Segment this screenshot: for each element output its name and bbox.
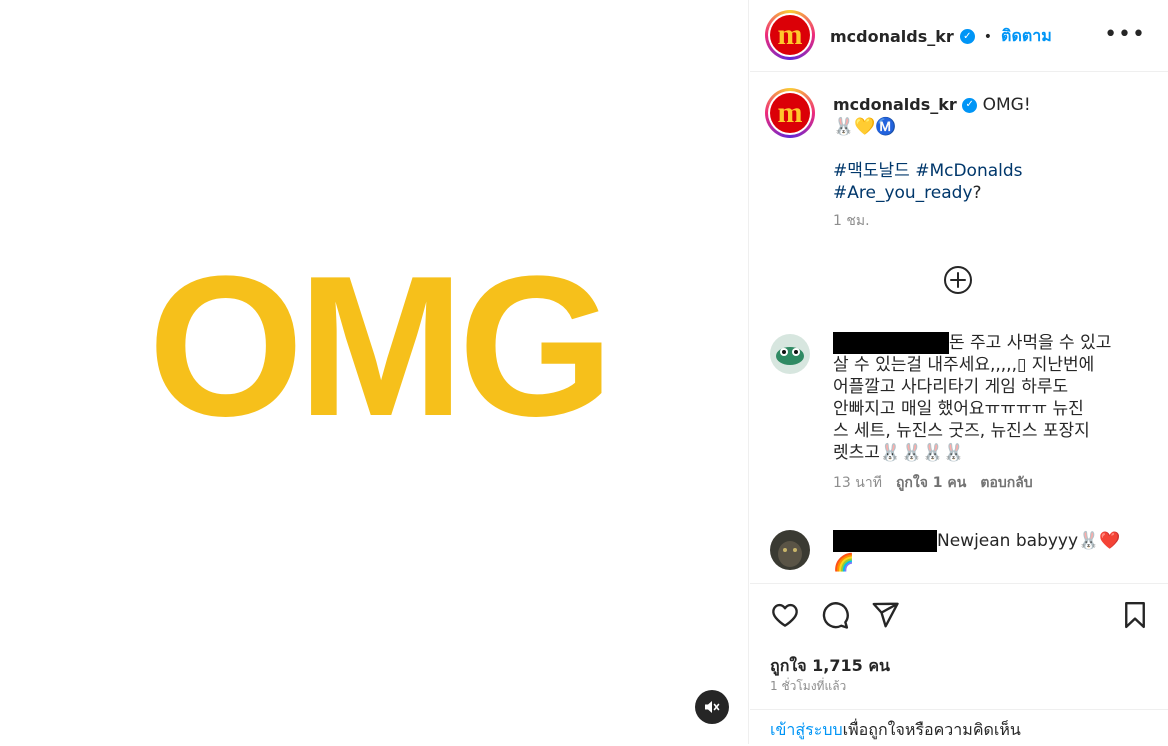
mcdonalds-logo: m <box>770 93 810 133</box>
hashtag-are-you-ready[interactable]: #Are_you_ready <box>833 183 973 203</box>
comment-text-line: 스 세트, 뉴진스 굿즈, 뉴진스 포장지 <box>833 421 1090 441</box>
comment-avatar[interactable] <box>770 334 810 374</box>
redacted-username <box>833 530 937 552</box>
caption: mcdonalds_kr ✓ OMG! 🐰💛Ⓜ️ #맥도날드 #McDonald… <box>833 94 1153 232</box>
caption-username[interactable]: mcdonalds_kr <box>833 95 957 114</box>
comment: Newjean babyyy🐰❤️ 🌈 <box>833 530 1153 582</box>
follow-button[interactable]: ติดตาม <box>1001 24 1052 49</box>
header-username[interactable]: mcdonalds_kr <box>830 27 954 46</box>
omg-graphic: OMG <box>148 235 614 458</box>
comment-text: 돈 주고 사먹을 수 있고 <box>949 333 1112 353</box>
comment-text: Newjean babyyy🐰❤️ <box>937 531 1121 551</box>
comment-text-line: 살 수 있는걸 내주세요,,,,,▯ 지난번에 <box>833 355 1095 375</box>
avatar-image <box>776 347 804 365</box>
hashtag-suffix: ? <box>972 183 982 203</box>
bookmark-icon[interactable] <box>1120 600 1150 630</box>
verified-badge-icon: ✓ <box>959 29 975 44</box>
load-more-comments-button[interactable] <box>942 264 974 300</box>
redacted-username <box>833 332 949 354</box>
login-prompt-text: เพื่อถูกใจหรือความคิดเห็น <box>842 720 1021 739</box>
comment-text-line: 어플깔고 사다리타기 게임 하루도 <box>833 377 1069 397</box>
hashtags[interactable]: #맥도날드 #McDonalds <box>833 160 1153 182</box>
post-actions: ถูกใจ 1,715 คน 1 ชั่วโมงที่แล้ว เข้าสู่ร… <box>750 583 1168 745</box>
post-time: 1 ชั่วโมงที่แล้ว <box>770 679 847 693</box>
verified-badge-icon: ✓ <box>962 97 978 113</box>
comment: 돈 주고 사먹을 수 있고 살 수 있는걸 내주세요,,,,,▯ 지난번에 어플… <box>833 332 1153 494</box>
login-link[interactable]: เข้าสู่ระบบ <box>770 720 843 739</box>
comment-time: 13 นาที <box>833 475 882 491</box>
mcdonalds-logo: m <box>770 15 810 55</box>
caption-emoji: 🐰💛Ⓜ️ <box>833 117 897 137</box>
mute-button[interactable] <box>695 690 729 724</box>
post-sidebar: m mcdonalds_kr ✓ • ติดตาม ••• m mcdonald… <box>750 0 1168 744</box>
speaker-muted-icon <box>705 701 720 713</box>
heart-icon[interactable] <box>770 600 800 630</box>
caption-avatar[interactable]: m <box>765 88 815 138</box>
separator-dot: • <box>983 28 993 45</box>
reply-button[interactable]: ตอบกลับ <box>980 472 1032 494</box>
post-header: m mcdonalds_kr ✓ • ติดตาม ••• <box>750 0 1168 72</box>
comment-avatar[interactable] <box>770 530 810 570</box>
plus-circle-icon <box>944 266 972 294</box>
caption-text: OMG! <box>982 95 1031 115</box>
caption-time: 1 ชม. <box>833 213 870 229</box>
more-options-icon[interactable]: ••• <box>1104 22 1146 47</box>
post-media[interactable]: OMG <box>0 0 749 744</box>
comment-likes[interactable]: ถูกใจ 1 คน <box>896 472 966 494</box>
avatar[interactable]: m <box>765 10 815 60</box>
likes-count[interactable]: ถูกใจ 1,715 คน <box>770 654 890 679</box>
comment-icon[interactable] <box>820 600 850 630</box>
login-prompt: เข้าสู่ระบบเพื่อถูกใจหรือความคิดเห็น <box>750 709 1168 746</box>
comment-text-line: 렛츠고🐰🐰🐰🐰 <box>833 443 965 463</box>
comment-text-line: 안빠지고 매일 했어요ㅠㅠㅠㅠ 뉴진 <box>833 399 1084 419</box>
avatar-image <box>778 541 802 567</box>
comment-text-line: 🌈 <box>833 553 855 573</box>
send-icon[interactable] <box>870 600 900 630</box>
